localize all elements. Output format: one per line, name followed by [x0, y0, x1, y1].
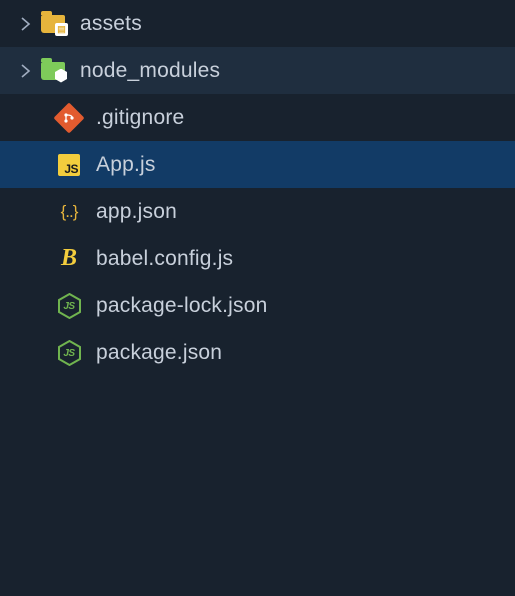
file-row-app-js[interactable]: JS App.js	[0, 141, 515, 188]
file-label: app.json	[84, 200, 177, 224]
folder-label: assets	[68, 12, 142, 36]
folder-assets-icon: ▤	[38, 15, 68, 33]
folder-label: node_modules	[68, 59, 220, 83]
node-json-icon: JS	[54, 293, 84, 319]
file-row-app-json[interactable]: {..} app.json	[0, 188, 515, 235]
folder-row-assets[interactable]: ▤ assets	[0, 0, 515, 47]
node-json-icon: JS	[54, 340, 84, 366]
file-row-package-json[interactable]: JS package.json	[0, 329, 515, 376]
file-explorer[interactable]: ▤ assets node_modules .gitignore	[0, 0, 515, 376]
babel-icon: B	[54, 247, 84, 271]
file-label: package.json	[84, 341, 222, 365]
file-label: .gitignore	[84, 106, 184, 130]
folder-row-node-modules[interactable]: node_modules	[0, 47, 515, 94]
chevron-right-icon	[12, 63, 38, 79]
file-row-babel-config[interactable]: B babel.config.js	[0, 235, 515, 282]
file-row-gitignore[interactable]: .gitignore	[0, 94, 515, 141]
git-icon	[54, 107, 84, 129]
js-icon: JS	[54, 154, 84, 176]
file-label: package-lock.json	[84, 294, 268, 318]
chevron-right-icon	[12, 16, 38, 32]
json-icon: {..}	[54, 202, 84, 222]
file-label: App.js	[84, 153, 156, 177]
file-row-package-lock[interactable]: JS package-lock.json	[0, 282, 515, 329]
folder-node-modules-icon	[38, 62, 68, 80]
file-label: babel.config.js	[84, 247, 233, 271]
